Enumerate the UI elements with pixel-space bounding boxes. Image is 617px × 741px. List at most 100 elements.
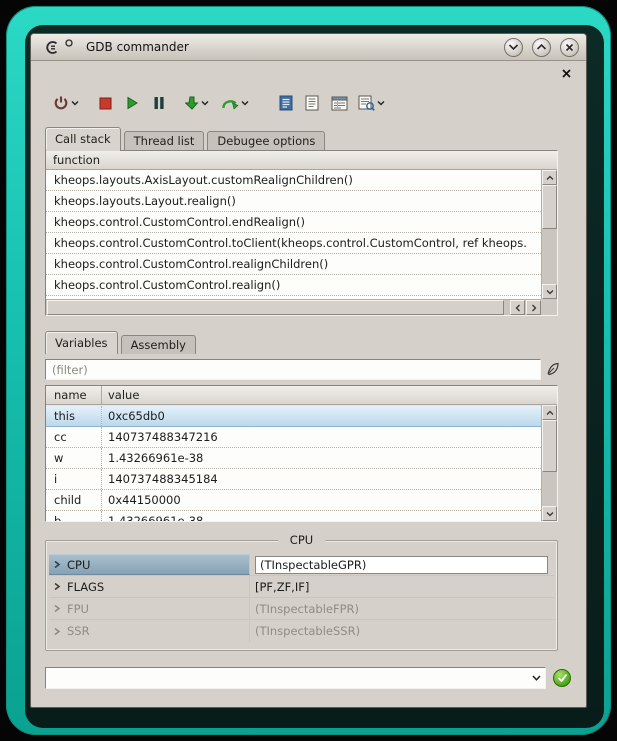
- cpu-register-name: FPU: [65, 602, 89, 616]
- step-over-dropdown-button[interactable]: [241, 100, 249, 106]
- scroll-up-icon: [546, 410, 554, 416]
- run-continue-button[interactable]: [126, 91, 139, 115]
- maximize-button[interactable]: [532, 38, 551, 57]
- step-over-button[interactable]: [221, 91, 239, 115]
- variable-name: i: [46, 469, 102, 489]
- callstack-row[interactable]: kheops.layouts.Layout.realign(): [46, 191, 541, 212]
- callstack-row[interactable]: kheops.control.CustomControl.toClient(kh…: [46, 233, 541, 254]
- scroll-up-icon: [546, 175, 554, 181]
- watch-list-button[interactable]: [331, 91, 348, 115]
- variables-vscrollbar[interactable]: [541, 405, 557, 521]
- debug-toolbar: [45, 88, 572, 118]
- command-combobox[interactable]: [45, 667, 546, 689]
- gdb-commander-window: GDB commander: [30, 33, 587, 708]
- scroll-down-button[interactable]: [542, 506, 557, 521]
- power-dropdown-button[interactable]: [71, 100, 79, 106]
- app-icon: [44, 39, 61, 56]
- cpu-row[interactable]: CPU: [49, 554, 554, 576]
- cpu-register-value-input[interactable]: [255, 556, 548, 574]
- confirm-command-button[interactable]: [553, 669, 571, 687]
- variable-row[interactable]: child 0x44150000: [46, 490, 541, 511]
- expander-icon[interactable]: [49, 604, 65, 613]
- cpu-groupbox-title: CPU: [278, 533, 325, 547]
- cpu-register-name: FLAGS: [65, 580, 104, 594]
- scroll-right-icon: [531, 304, 537, 312]
- stop-button[interactable]: [99, 91, 112, 115]
- combo-dropdown-button[interactable]: [527, 675, 545, 681]
- minimize-button[interactable]: [504, 38, 523, 57]
- callstack-header: function: [46, 151, 557, 170]
- scroll-right-button[interactable]: [526, 300, 541, 315]
- variable-row[interactable]: this 0xc65db0: [46, 405, 541, 427]
- callstack-row[interactable]: kheops.layouts.AxisLayout.customRealignC…: [46, 170, 541, 191]
- step-into-button[interactable]: [185, 91, 199, 115]
- scroll-up-button[interactable]: [542, 170, 557, 185]
- variable-row[interactable]: b 1.43266961e-38: [46, 511, 541, 521]
- variable-row[interactable]: w 1.43266961e-38: [46, 448, 541, 469]
- tab-call-stack[interactable]: Call stack: [45, 127, 121, 150]
- cpu-register-value: (TInspectableFPR): [255, 602, 359, 616]
- run-icon: [126, 96, 139, 110]
- combo-dropdown-icon: [532, 675, 541, 681]
- cpu-register-name: CPU: [65, 558, 90, 572]
- variable-row[interactable]: i 140737488345184: [46, 469, 541, 490]
- variables-list: this 0xc65db0 cc 140737488347216 w 1.432…: [46, 405, 541, 521]
- dock-close-button[interactable]: [561, 68, 572, 79]
- tab-variables[interactable]: Variables: [45, 331, 118, 354]
- callstack-vscrollbar[interactable]: [541, 170, 557, 299]
- cpu-register-name: SSR: [65, 624, 90, 638]
- inspector-button[interactable]: [358, 91, 375, 115]
- variable-value: 140737488347216: [102, 427, 541, 447]
- inspector-icon: [358, 95, 375, 111]
- scroll-thumb[interactable]: [47, 300, 504, 315]
- variables-header-name: name: [46, 386, 102, 404]
- inspector-dropdown-button[interactable]: [377, 100, 385, 106]
- variable-name: child: [46, 490, 102, 510]
- scroll-thumb[interactable]: [542, 185, 557, 229]
- expander-icon[interactable]: [49, 560, 65, 569]
- callstack-row[interactable]: kheops.control.CustomControl.realign(): [46, 275, 541, 296]
- pause-button[interactable]: [153, 91, 165, 115]
- tab-assembly[interactable]: Assembly: [121, 335, 196, 354]
- pause-icon: [153, 96, 165, 110]
- power-icon: [53, 95, 69, 111]
- callstack-row[interactable]: kheops.control.CustomControl.realignChil…: [46, 254, 541, 275]
- callstack-header-function: function: [46, 151, 100, 169]
- expander-icon[interactable]: [49, 582, 65, 591]
- close-button[interactable]: [560, 38, 579, 57]
- titlebar[interactable]: GDB commander: [31, 34, 586, 61]
- tab-debugee-options[interactable]: Debugee options: [207, 131, 325, 150]
- scroll-left-button[interactable]: [510, 300, 525, 315]
- kill-power-button[interactable]: [53, 91, 69, 115]
- variables-tabbar: Variables Assembly: [45, 331, 199, 354]
- scrollbar-corner: [541, 299, 557, 315]
- command-input[interactable]: [46, 668, 527, 688]
- variable-value: 140737488345184: [102, 469, 541, 489]
- watch-list-icon: [331, 96, 348, 111]
- scroll-left-icon: [515, 304, 521, 312]
- scroll-down-button[interactable]: [542, 284, 557, 299]
- scroll-down-icon: [546, 511, 554, 517]
- scroll-thumb[interactable]: [542, 420, 557, 472]
- step-into-dropdown-button[interactable]: [201, 100, 209, 106]
- cpu-row[interactable]: FLAGS [PF,ZF,IF]: [49, 576, 554, 598]
- message-log-button[interactable]: [279, 91, 293, 115]
- filter-options-button[interactable]: [544, 361, 561, 378]
- tab-thread-list[interactable]: Thread list: [124, 131, 205, 150]
- variables-header: name value: [46, 386, 557, 405]
- source-list-button[interactable]: [305, 91, 319, 115]
- confirm-check-icon: [557, 673, 568, 683]
- cpu-row[interactable]: SSR (TInspectableSSR): [49, 620, 554, 642]
- cpu-row[interactable]: FPU (TInspectableFPR): [49, 598, 554, 620]
- dropdown-chevron-icon: [241, 100, 249, 106]
- scroll-up-button[interactable]: [542, 405, 557, 420]
- variable-name: w: [46, 448, 102, 468]
- app-badge-icon: [65, 39, 74, 48]
- callstack-hscrollbar[interactable]: [46, 299, 541, 315]
- expander-icon[interactable]: [49, 627, 65, 636]
- filter-input[interactable]: [45, 359, 541, 380]
- filter-pen-icon: [545, 362, 560, 377]
- callstack-row[interactable]: kheops.control.CustomControl.endRealign(…: [46, 212, 541, 233]
- variable-row[interactable]: cc 140737488347216: [46, 427, 541, 448]
- step-over-icon: [221, 97, 239, 110]
